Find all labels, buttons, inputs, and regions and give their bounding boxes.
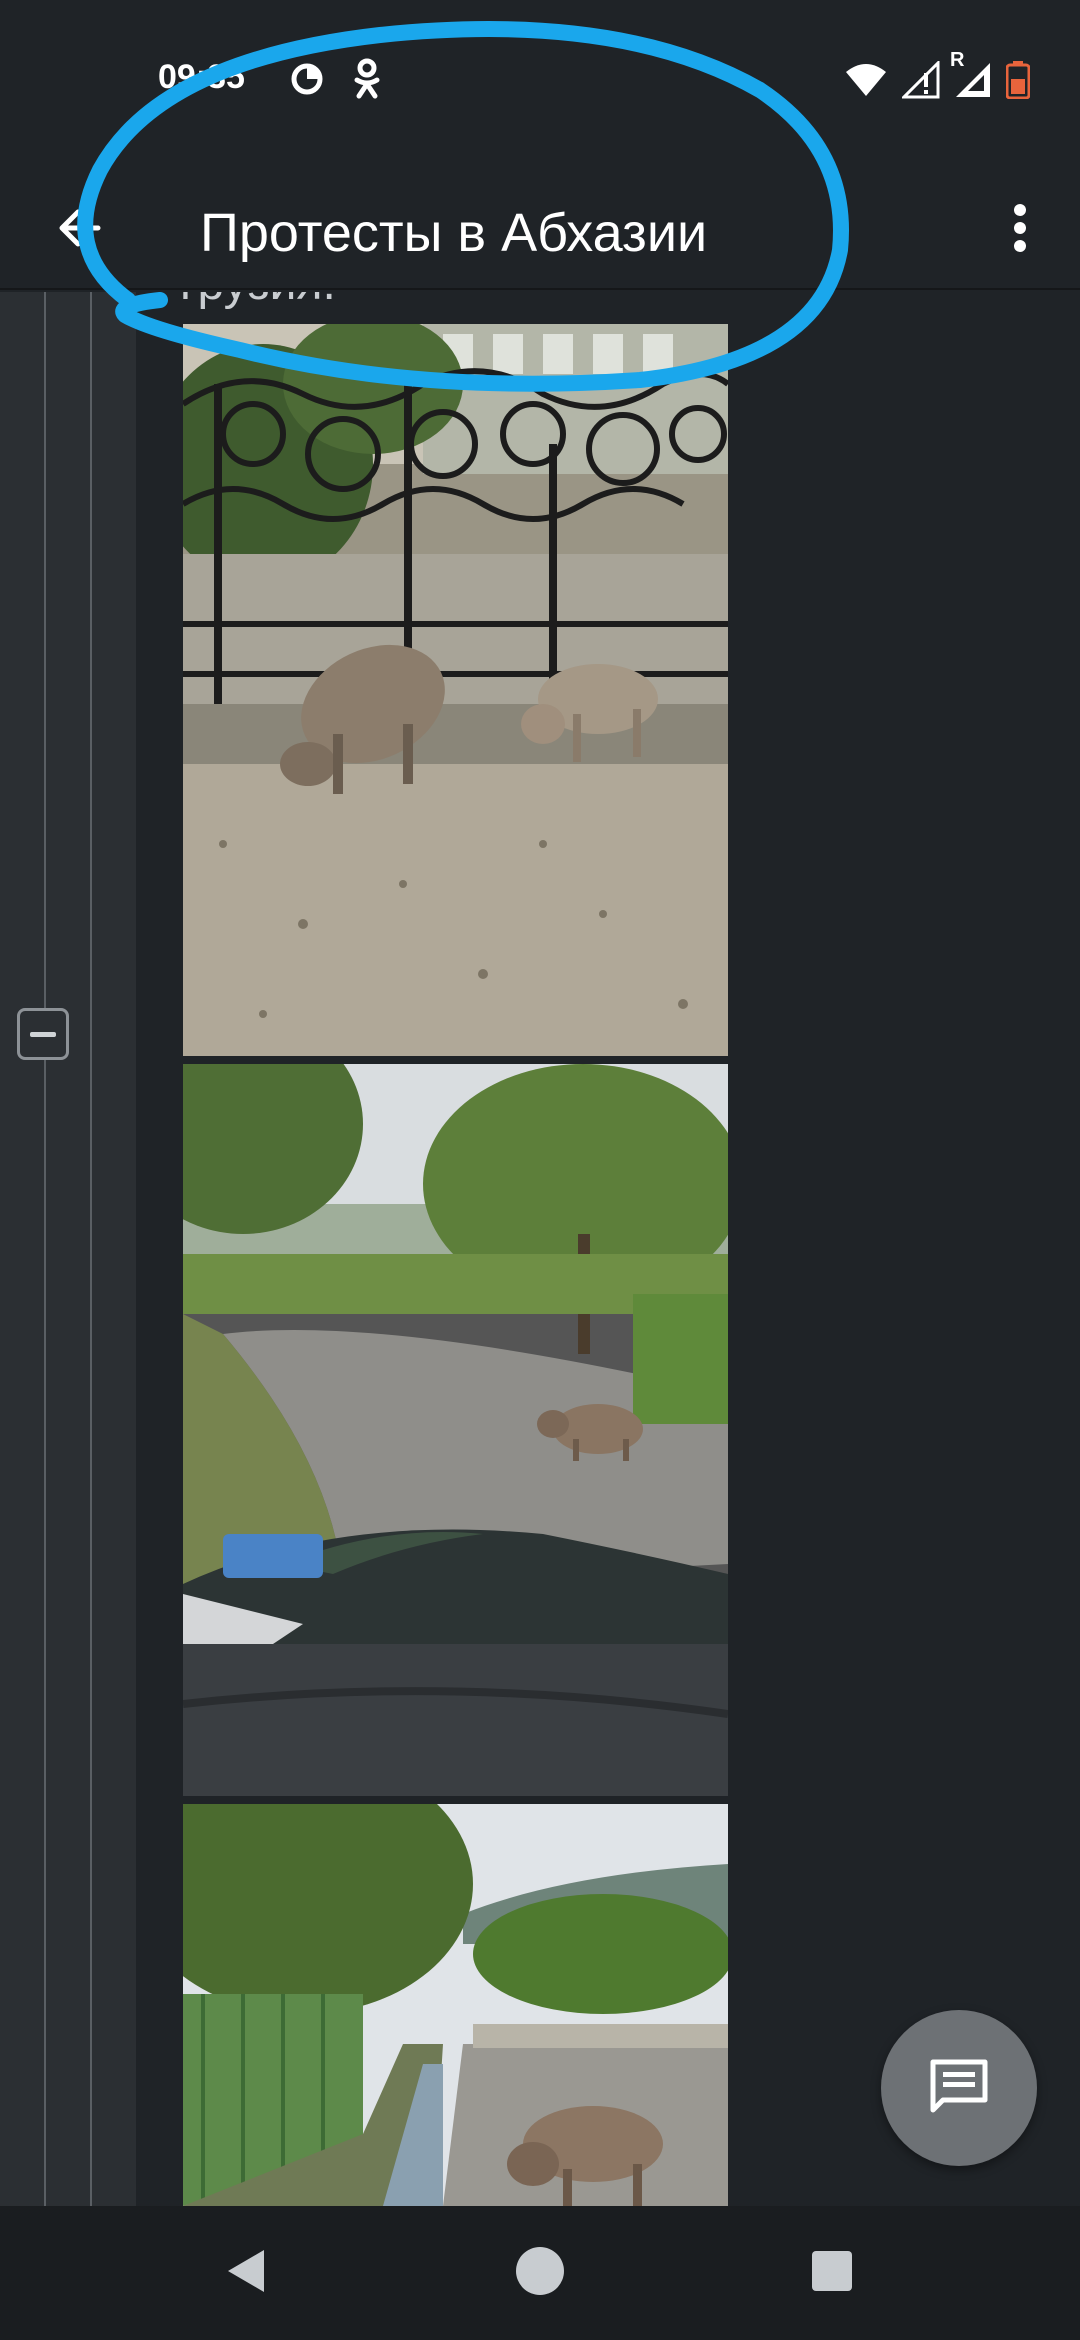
app-bar: Протесты в Абхазии <box>0 170 1080 290</box>
wifi-icon <box>844 62 888 103</box>
status-icons: R <box>844 49 1031 104</box>
roaming-label: R <box>950 48 965 71</box>
battery-icon <box>1005 60 1031 104</box>
nav-home-button[interactable] <box>500 2233 580 2313</box>
status-time: 09:35 <box>158 58 245 96</box>
more-options-button[interactable] <box>980 190 1060 270</box>
signal-icon <box>900 58 940 104</box>
pig-on-road-from-car-photo[interactable] <box>183 1064 728 1796</box>
rail-line <box>90 292 92 2206</box>
post-content[interactable]: грузия. <box>0 292 1080 2206</box>
more-vert-icon <box>1012 202 1028 259</box>
comment-icon <box>929 2058 989 2119</box>
data-saver-icon <box>290 62 324 96</box>
rail-line <box>44 292 46 2206</box>
page-title: Протесты в Абхазии <box>200 203 708 263</box>
comment-button[interactable] <box>881 2010 1037 2166</box>
nav-recents-icon <box>810 2249 854 2298</box>
nav-back-icon <box>224 2246 268 2301</box>
pig-by-roadside-ditch-photo[interactable] <box>183 1804 728 2206</box>
collapse-minus-icon[interactable] <box>17 1008 69 1060</box>
post-text-fragment: грузия. <box>180 292 336 311</box>
nav-recents-button[interactable] <box>792 2233 872 2313</box>
system-nav-bar <box>0 2206 1080 2340</box>
thread-rail <box>0 292 136 2206</box>
pigs-by-iron-fence-photo[interactable] <box>183 324 728 1056</box>
signal-roaming-icon: R <box>950 49 992 104</box>
back-button[interactable] <box>40 190 120 270</box>
nav-home-icon <box>514 2245 566 2302</box>
status-bar: 09:35 R <box>0 0 1080 170</box>
arrow-back-icon <box>56 204 104 257</box>
odnoklassniki-icon <box>350 58 384 99</box>
nav-back-button[interactable] <box>206 2233 286 2313</box>
